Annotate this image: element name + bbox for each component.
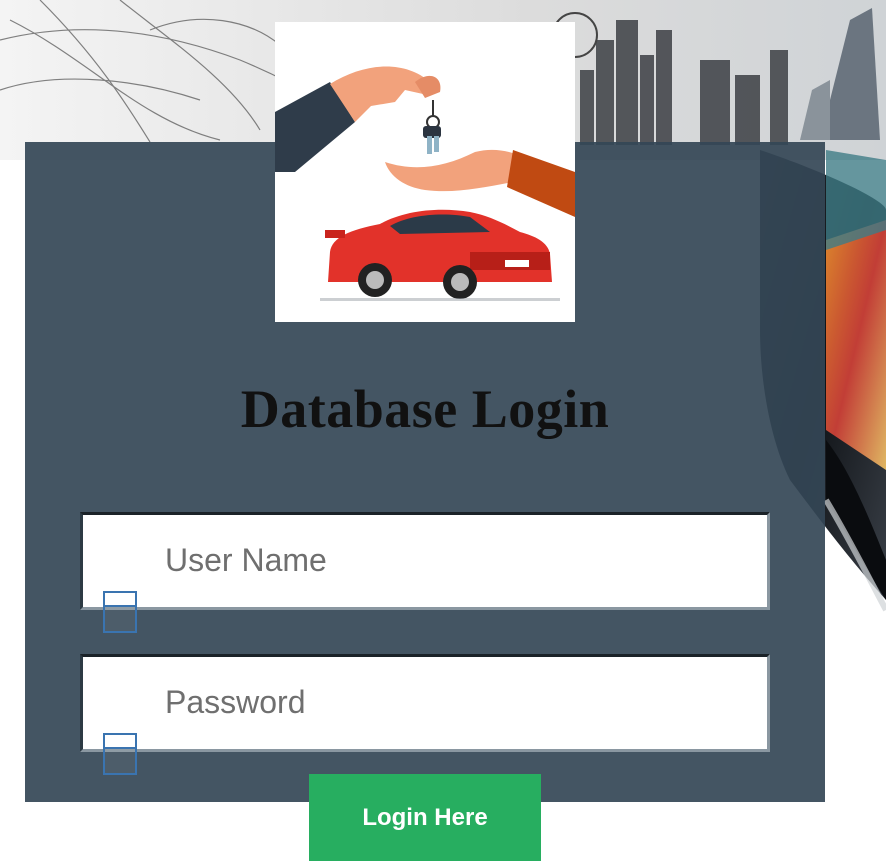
password-input[interactable] (163, 675, 757, 729)
page-title: Database Login (240, 379, 610, 439)
password-field[interactable] (80, 654, 770, 775)
login-button[interactable]: Login Here (309, 774, 541, 861)
username-field[interactable] (80, 512, 770, 633)
lock-icon (103, 733, 137, 775)
username-input[interactable] (163, 533, 757, 587)
user-icon (103, 591, 137, 633)
car-keys-handover-icon (275, 66, 575, 301)
logo-card (275, 22, 575, 322)
